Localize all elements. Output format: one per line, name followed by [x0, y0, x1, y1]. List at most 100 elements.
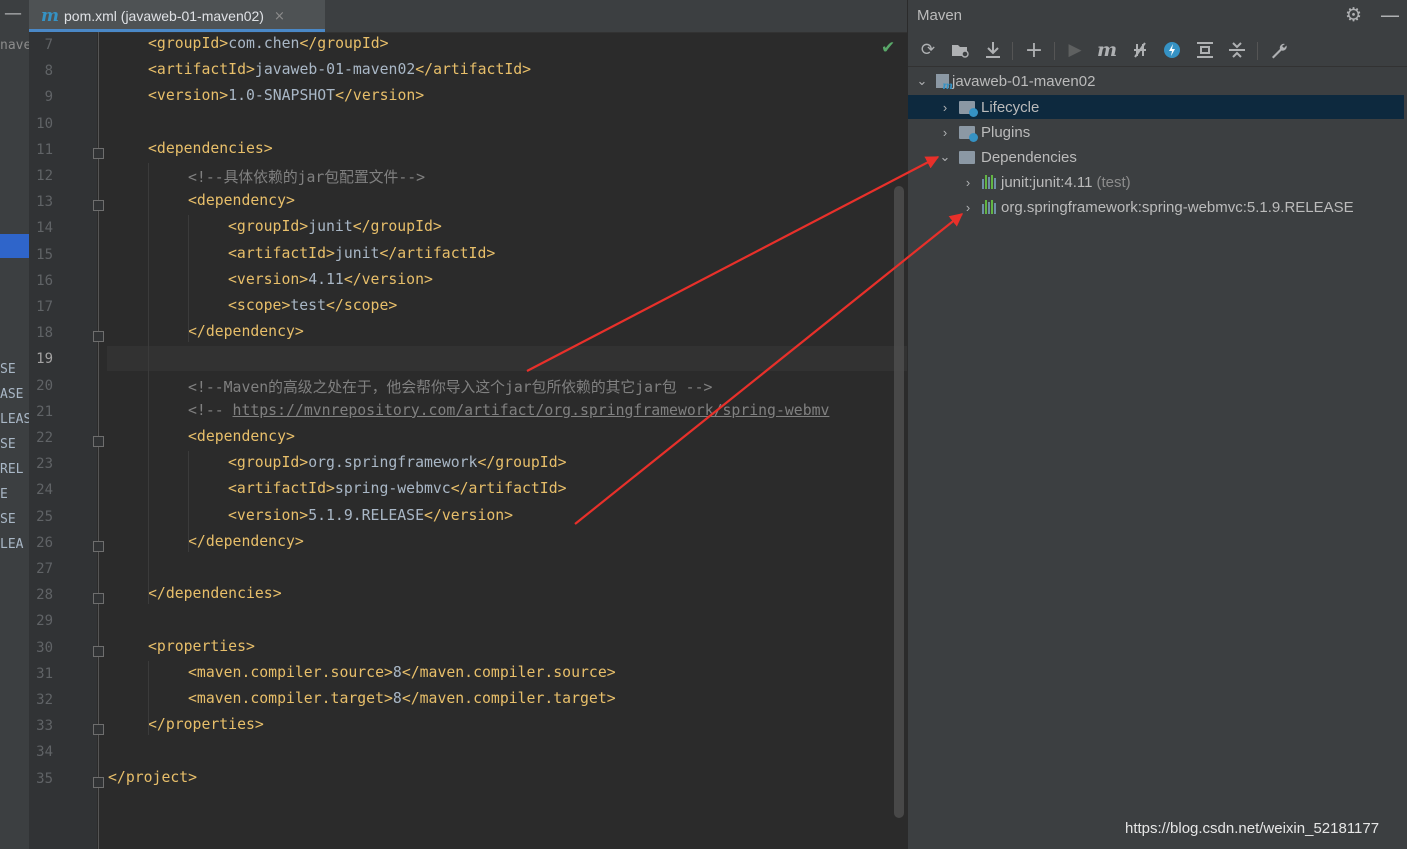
fold-marker-icon[interactable] — [93, 147, 104, 159]
chevron-right-icon[interactable]: › — [939, 125, 951, 140]
xml-text: test — [290, 297, 326, 314]
code-line[interactable]: <artifactId>javaweb-01-maven02</artifact… — [148, 61, 531, 78]
collapse-all-icon[interactable] — [1225, 38, 1249, 62]
code-line[interactable]: <artifactId>junit</artifactId> — [228, 245, 495, 262]
toggle-offline-icon[interactable] — [1128, 38, 1152, 62]
xml-tag: <dependencies> — [148, 139, 273, 157]
code-line[interactable]: <maven.compiler.target>8</maven.compiler… — [188, 690, 616, 707]
code-line[interactable]: <scope>test</scope> — [228, 297, 397, 314]
checkmark-icon[interactable]: ✔ — [881, 38, 895, 58]
code-line[interactable]: <dependency> — [188, 428, 295, 445]
code-line[interactable]: <dependency> — [188, 192, 295, 209]
xml-tag: <maven.compiler.target> — [188, 690, 393, 707]
vertical-scrollbar[interactable] — [894, 186, 904, 818]
show-dependencies-icon[interactable] — [1193, 38, 1217, 62]
add-folder-icon[interactable] — [948, 38, 972, 62]
tree-dependency-item[interactable]: › org.springframework:spring-webmvc:5.1.… — [908, 195, 1407, 219]
line-number: 14 — [36, 220, 53, 237]
project-fragment[interactable]: LEA — [0, 537, 23, 552]
fold-marker-icon[interactable] — [93, 540, 104, 552]
maven-project-icon: m — [936, 74, 953, 92]
code-editor[interactable]: m pom.xml (javaweb-01-maven02) × <groupI… — [29, 0, 907, 849]
project-fragment[interactable]: nave — [0, 38, 29, 53]
code-line[interactable]: </dependency> — [188, 533, 304, 550]
code-line[interactable]: <!--具体依赖的jar包配置文件--> — [188, 166, 425, 187]
tree-plugins-node[interactable]: › Plugins — [908, 120, 1407, 144]
settings-wrench-icon[interactable] — [1267, 38, 1291, 62]
line-number: 34 — [36, 744, 53, 761]
chevron-down-icon[interactable]: ⌄ — [916, 73, 928, 89]
code-line[interactable]: </dependency> — [188, 323, 304, 340]
project-fragment[interactable]: REL — [0, 462, 23, 477]
fold-marker-icon[interactable] — [93, 593, 104, 605]
tree-dependencies-node[interactable]: ⌄ Dependencies — [908, 145, 1407, 169]
code-line[interactable]: <dependencies> — [148, 140, 273, 157]
code-line[interactable]: </properties> — [148, 716, 264, 733]
project-panel-strip: — nave SE ASE LEAS SE REL E SE LEA — [0, 0, 29, 849]
tree-lifecycle-node[interactable]: › Lifecycle — [908, 95, 1404, 119]
xml-tag: </groupId> — [352, 218, 442, 236]
hide-icon[interactable]: — — [1380, 3, 1400, 27]
xml-tag: <groupId> — [148, 35, 229, 52]
gear-icon[interactable]: ⚙ — [1345, 4, 1362, 26]
fold-marker-icon[interactable] — [93, 776, 104, 788]
plugins-label: Plugins — [981, 123, 1031, 141]
execute-goal-icon[interactable]: m — [1095, 38, 1119, 62]
comment-link[interactable]: https://mvnrepository.com/artifact/org.s… — [233, 402, 830, 419]
chevron-down-icon[interactable]: ⌄ — [939, 149, 951, 165]
code-line[interactable]: <artifactId>spring-webmvc</artifactId> — [228, 480, 567, 497]
chevron-right-icon[interactable]: › — [962, 175, 974, 190]
xml-text: junit — [308, 218, 353, 236]
project-fragment[interactable]: SE — [0, 437, 16, 452]
line-number: 23 — [36, 456, 53, 473]
code-line[interactable]: <properties> — [148, 638, 255, 655]
code-line[interactable]: <!-- https://mvnrepository.com/artifact/… — [188, 402, 829, 419]
code-line[interactable]: <maven.compiler.source>8</maven.compiler… — [188, 664, 616, 681]
skip-tests-icon[interactable] — [1160, 38, 1184, 62]
xml-tag: <groupId> — [228, 454, 309, 472]
fold-marker-icon[interactable] — [93, 436, 104, 447]
fold-marker-icon[interactable] — [93, 331, 104, 343]
tree-project-node[interactable]: ⌄ m javaweb-01-maven02 — [908, 69, 1407, 93]
code-line[interactable]: </dependencies> — [148, 585, 282, 602]
minimize-icon[interactable]: — — [4, 4, 22, 24]
chevron-right-icon[interactable]: › — [939, 100, 951, 115]
dependency-label: org.springframework:spring-webmvc:5.1.9.… — [1001, 198, 1354, 216]
run-icon[interactable]: ▶ — [1063, 38, 1087, 62]
code-line[interactable]: <groupId>junit</groupId> — [228, 218, 442, 235]
fold-marker-icon[interactable] — [93, 724, 104, 736]
project-fragment[interactable]: ASE — [0, 387, 23, 402]
xml-text: 8 — [392, 690, 402, 707]
download-icon[interactable] — [981, 38, 1005, 62]
project-fragment[interactable]: E — [0, 487, 8, 502]
reload-icon[interactable]: ⟳ — [916, 38, 940, 62]
project-fragment[interactable]: LEAS — [0, 412, 29, 427]
code-line[interactable]: <version>1.0-SNAPSHOT</version> — [148, 87, 424, 104]
code-line[interactable]: <version>4.11</version> — [228, 271, 433, 288]
fold-marker-icon[interactable] — [93, 200, 104, 212]
code-line[interactable]: <groupId>com.chen</groupId> — [148, 35, 389, 52]
line-number: 31 — [36, 665, 53, 682]
line-number: 30 — [36, 639, 53, 656]
dependencies-folder-icon — [959, 150, 975, 164]
code-line[interactable]: <!--Maven的高级之处在于，他会帮你导入这个jar包所依赖的其它jar包 … — [188, 376, 712, 397]
xml-tag: </artifactId> — [415, 61, 532, 79]
code-line[interactable]: <version>5.1.9.RELEASE</version> — [228, 507, 513, 524]
library-icon — [982, 200, 996, 214]
xml-comment: <!--具体依赖的jar包配置文件--> — [188, 169, 426, 186]
line-number: 32 — [36, 692, 53, 708]
line-number: 10 — [36, 115, 53, 132]
line-number: 19 — [36, 351, 53, 368]
fold-marker-icon[interactable] — [93, 645, 104, 657]
project-fragment[interactable]: SE — [0, 512, 16, 527]
line-number: 35 — [36, 770, 53, 787]
chevron-right-icon[interactable]: › — [962, 200, 974, 215]
dependency-scope: (test) — [1096, 173, 1131, 191]
project-fragment[interactable]: SE — [0, 362, 16, 377]
add-icon[interactable]: + — [1022, 38, 1046, 63]
code-area[interactable]: <groupId>com.chen</groupId> <artifactId>j… — [29, 0, 907, 849]
code-line[interactable]: </project> — [108, 769, 197, 786]
code-line[interactable]: <groupId>org.springframework</groupId> — [228, 454, 567, 471]
dependency-label: junit:junit:4.11 — [1001, 173, 1093, 191]
tree-dependency-item[interactable]: › junit:junit:4.11 (test) — [908, 170, 1407, 194]
